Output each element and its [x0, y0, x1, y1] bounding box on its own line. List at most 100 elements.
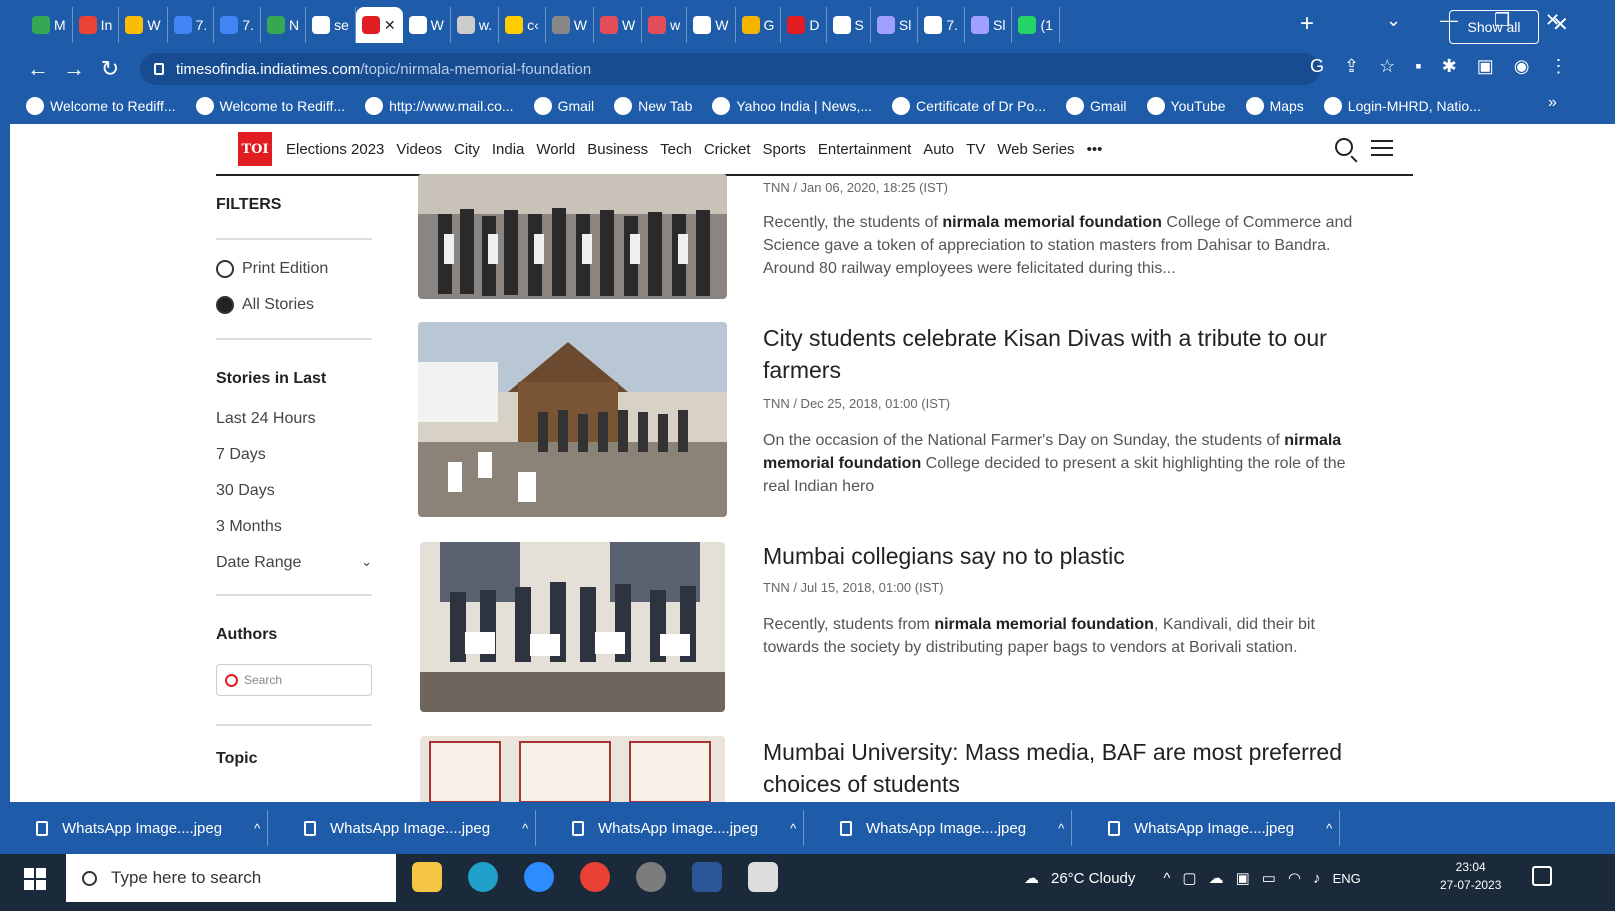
- side-panel-icon[interactable]: ▣: [1477, 56, 1494, 77]
- radio-all-stories[interactable]: All Stories: [216, 296, 376, 314]
- google-icon[interactable]: G: [1310, 56, 1324, 77]
- tray-icon[interactable]: ▢: [1182, 869, 1196, 887]
- toi-logo[interactable]: TOI: [238, 132, 272, 166]
- onedrive-icon[interactable]: ☁: [1209, 869, 1224, 887]
- toi-nav-link[interactable]: Elections 2023: [286, 141, 384, 158]
- filter-last-24-hours[interactable]: Last 24 Hours: [216, 410, 376, 428]
- clock[interactable]: 23:04 27-07-2023: [1440, 858, 1501, 894]
- bookmark-item[interactable]: http://www.mail.co...: [365, 97, 514, 115]
- toi-nav-link[interactable]: India: [492, 141, 525, 158]
- taskbar-search-input[interactable]: Type here to search: [66, 854, 396, 902]
- language-indicator[interactable]: ENG: [1333, 871, 1361, 886]
- chevron-up-icon[interactable]: ^: [522, 821, 528, 836]
- browser-tab[interactable]: w.: [451, 7, 500, 43]
- toi-nav-link[interactable]: World: [536, 141, 575, 158]
- article-title[interactable]: City students celebrate Kisan Divas with…: [763, 322, 1373, 386]
- browser-tab[interactable]: 7.: [918, 7, 966, 43]
- address-bar[interactable]: timesofindia.indiatimes.com/topic/nirmal…: [140, 53, 1320, 85]
- toi-nav-link[interactable]: Tech: [660, 141, 692, 158]
- toi-nav-link[interactable]: Web Series: [997, 141, 1074, 158]
- windows-start-icon[interactable]: [24, 868, 46, 890]
- download-item[interactable]: WhatsApp Image....jpeg ^: [804, 810, 1072, 846]
- chrome-profile-icon[interactable]: [636, 862, 666, 892]
- close-icon[interactable]: ✕: [1552, 12, 1569, 37]
- toi-nav-link[interactable]: Cricket: [704, 141, 751, 158]
- toi-nav-link[interactable]: Videos: [396, 141, 442, 158]
- browser-tab[interactable]: W: [687, 7, 736, 43]
- battery-icon[interactable]: ▭: [1262, 869, 1276, 887]
- browser-tab[interactable]: ✕: [355, 7, 403, 43]
- wifi-icon[interactable]: ◠: [1288, 869, 1301, 887]
- bookmark-item[interactable]: Maps: [1245, 97, 1304, 115]
- search-icon[interactable]: [1335, 138, 1353, 156]
- weather-text[interactable]: 26°C Cloudy: [1051, 870, 1135, 887]
- chevron-up-icon[interactable]: ^: [1326, 821, 1332, 836]
- tray-chevron-icon[interactable]: ^: [1163, 870, 1170, 887]
- bookmark-item[interactable]: Welcome to Rediff...: [195, 97, 345, 115]
- menu-icon[interactable]: [1371, 140, 1393, 156]
- browser-tab[interactable]: M: [26, 7, 73, 43]
- word-icon[interactable]: [692, 862, 722, 892]
- author-search-input[interactable]: Search: [216, 664, 372, 696]
- article-thumbnail[interactable]: [418, 322, 727, 517]
- browser-tab[interactable]: G: [736, 7, 782, 43]
- browser-tab[interactable]: S: [827, 7, 871, 43]
- tray-icon[interactable]: ▣: [1236, 869, 1250, 887]
- download-item[interactable]: WhatsApp Image....jpeg ^: [1072, 810, 1340, 846]
- browser-tab[interactable]: In: [73, 7, 120, 43]
- zoom-icon[interactable]: [524, 862, 554, 892]
- toi-nav-link[interactable]: Entertainment: [818, 141, 911, 158]
- bookmarks-overflow-icon[interactable]: »: [1548, 94, 1557, 112]
- weather-icon[interactable]: ☁: [1024, 869, 1039, 887]
- file-explorer-icon[interactable]: [412, 862, 442, 892]
- radio-print-edition[interactable]: Print Edition: [216, 260, 376, 278]
- notification-icon[interactable]: [1532, 866, 1552, 886]
- article-thumbnail[interactable]: [420, 736, 725, 802]
- bookmark-item[interactable]: YouTube: [1146, 97, 1226, 115]
- browser-tab[interactable]: w: [642, 7, 688, 43]
- bookmark-item[interactable]: Gmail: [1065, 97, 1127, 115]
- edge-icon[interactable]: [468, 862, 498, 892]
- chevron-up-icon[interactable]: ^: [790, 821, 796, 836]
- filter-7-days[interactable]: 7 Days: [216, 446, 376, 464]
- article-title[interactable]: Mumbai collegians say no to plastic: [763, 540, 1373, 572]
- download-item[interactable]: WhatsApp Image....jpeg ^: [0, 810, 268, 846]
- bookmark-item[interactable]: Login-MHRD, Natio...: [1323, 97, 1481, 115]
- toi-nav-link[interactable]: TV: [966, 141, 985, 158]
- browser-tab[interactable]: N: [261, 7, 307, 43]
- browser-tab[interactable]: 7.: [168, 7, 215, 43]
- article-title[interactable]: Mumbai University: Mass media, BAF are m…: [763, 736, 1373, 800]
- chevron-up-icon[interactable]: ^: [254, 821, 260, 836]
- bookmark-item[interactable]: Certificate of Dr Po...: [892, 97, 1046, 115]
- profile-avatar[interactable]: ◉: [1514, 56, 1530, 77]
- toi-nav-link[interactable]: •••: [1087, 141, 1103, 158]
- filter-date-range[interactable]: Date Range ⌄: [216, 554, 372, 572]
- forward-icon[interactable]: →: [56, 56, 92, 82]
- tab-search-icon[interactable]: ⌄: [1386, 10, 1401, 31]
- browser-tab[interactable]: W: [546, 7, 594, 43]
- browser-tab[interactable]: (1: [1012, 7, 1060, 43]
- extension-icon[interactable]: ▪: [1415, 56, 1421, 77]
- bookmark-item[interactable]: Welcome to Rediff...: [26, 97, 176, 115]
- browser-tab[interactable]: W: [403, 7, 451, 43]
- app-icon[interactable]: [748, 862, 778, 892]
- filter-30-days[interactable]: 30 Days: [216, 482, 376, 500]
- toi-nav-link[interactable]: City: [454, 141, 480, 158]
- browser-tab[interactable]: se: [306, 7, 356, 43]
- article-thumbnail[interactable]: [420, 542, 725, 712]
- filter-3-months[interactable]: 3 Months: [216, 518, 376, 536]
- puzzle-icon[interactable]: ✱: [1442, 56, 1457, 77]
- browser-tab[interactable]: D: [781, 7, 827, 43]
- toi-nav-link[interactable]: Business: [587, 141, 648, 158]
- download-item[interactable]: WhatsApp Image....jpeg ^: [536, 810, 804, 846]
- bookmark-item[interactable]: New Tab: [614, 97, 692, 115]
- new-tab-button[interactable]: +: [1300, 10, 1314, 38]
- browser-tab[interactable]: c‹: [499, 7, 546, 43]
- article-thumbnail[interactable]: [418, 174, 727, 299]
- toi-nav-link[interactable]: Sports: [763, 141, 806, 158]
- reload-icon[interactable]: ↻: [92, 56, 128, 82]
- share-icon[interactable]: ⇪: [1344, 56, 1359, 77]
- download-item[interactable]: WhatsApp Image....jpeg ^: [268, 810, 536, 846]
- bookmark-item[interactable]: Gmail: [533, 97, 594, 115]
- toi-nav-link[interactable]: Auto: [923, 141, 954, 158]
